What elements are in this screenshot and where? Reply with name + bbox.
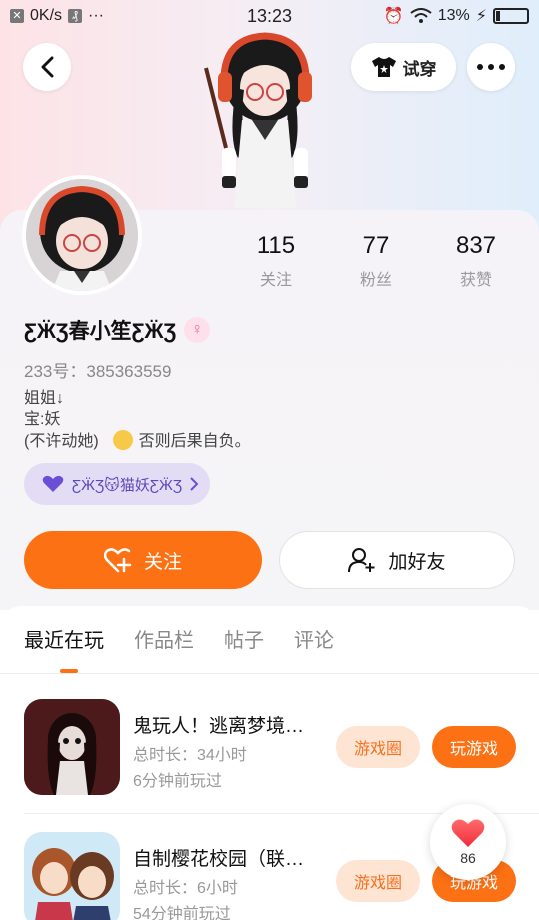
- club-tag[interactable]: ƸӜƷ😽猫妖ƸӜƷ: [24, 463, 210, 505]
- stat-following[interactable]: 115 关注: [226, 232, 326, 290]
- status-time: 13:23: [246, 6, 293, 26]
- club-tag-label: ƸӜƷ😽猫妖ƸӜƷ: [72, 476, 182, 494]
- tab-recently-played[interactable]: 最近在玩: [24, 606, 104, 674]
- avatar[interactable]: [22, 175, 142, 295]
- chevron-right-icon: [190, 477, 198, 491]
- game-icon[interactable]: [24, 832, 120, 920]
- game-icon[interactable]: [24, 699, 120, 795]
- username-text: ƸӜƷ春小笙ƸӜƷ: [24, 320, 177, 343]
- stat-number: 77: [362, 232, 390, 259]
- user-id[interactable]: 233号：385363559: [24, 357, 171, 382]
- character-avatar-figure[interactable]: [200, 28, 330, 210]
- try-on-label: 试穿: [402, 59, 437, 79]
- tab-comments[interactable]: 评论: [294, 606, 334, 674]
- avatar-image: [26, 179, 138, 291]
- profile-tabs: 最近在玩 作品栏 帖子 评论: [0, 606, 539, 674]
- add-user-icon: [348, 548, 375, 573]
- stat-fans[interactable]: 77 粉丝: [326, 232, 426, 290]
- back-button[interactable]: [23, 43, 71, 91]
- bio: 姐姐↓ 宝:妖 (不许动她) 否则后果自负。: [24, 388, 251, 452]
- game-last-played: 6分钟前玩过: [133, 773, 222, 790]
- game-title: 自制樱花校园（联…: [133, 849, 305, 870]
- username: ƸӜƷ春小笙ƸӜƷ ♀: [24, 315, 211, 345]
- more-options-button[interactable]: [467, 43, 515, 91]
- bio-line-last: (不许动她) 否则后果自负。: [24, 430, 251, 452]
- stat-likes[interactable]: 837 获赞: [426, 232, 526, 290]
- try-on-button[interactable]: 试穿: [351, 43, 456, 91]
- stat-number: 837: [455, 232, 497, 259]
- more-dots-icon: [477, 64, 505, 70]
- game-duration: 总时长：34小时: [133, 747, 247, 764]
- bio-suffix: 否则后果自负。: [138, 433, 251, 450]
- bio-line: (不许动她): [24, 433, 99, 450]
- bio-line: 姐姐↓: [24, 390, 65, 407]
- follow-button[interactable]: 关注: [24, 531, 262, 589]
- add-friend-label: 加好友: [388, 551, 446, 573]
- game-duration: 总时长：6小时: [133, 880, 238, 897]
- stat-label: 获赞: [459, 272, 492, 289]
- like-button[interactable]: 86: [430, 804, 506, 880]
- tshirt-icon: [371, 57, 396, 77]
- bio-line: 宝:妖: [24, 411, 61, 428]
- game-circle-button[interactable]: 游戏圈: [336, 726, 420, 768]
- profile-stats: 115 关注 77 粉丝 837 获赞: [226, 232, 526, 290]
- game-circle-button[interactable]: 游戏圈: [336, 860, 420, 902]
- like-count: 86: [460, 850, 476, 866]
- game-cover-image: [24, 699, 120, 795]
- shushing-face-icon: [112, 430, 133, 450]
- game-cover-image: [24, 832, 120, 920]
- stat-label: 粉丝: [359, 272, 392, 289]
- tab-posts[interactable]: 帖子: [224, 606, 264, 674]
- stat-number: 115: [256, 232, 296, 259]
- game-row[interactable]: 鬼玩人！逃离梦境… 总时长：34小时 6分钟前玩过 游戏圈 玩游戏: [0, 698, 539, 818]
- purple-heart-icon: [42, 475, 64, 492]
- chevron-left-icon: [41, 56, 54, 78]
- play-game-button[interactable]: 玩游戏: [432, 726, 516, 768]
- game-last-played: 54分钟前玩过: [133, 906, 231, 920]
- follow-label: 关注: [143, 551, 182, 573]
- add-friend-button[interactable]: 加好友: [279, 531, 515, 589]
- heart-plus-icon: [103, 548, 132, 573]
- stat-label: 关注: [259, 272, 292, 289]
- game-title: 鬼玩人！逃离梦境…: [133, 716, 305, 737]
- female-gender-icon: ♀: [184, 317, 211, 343]
- tab-works[interactable]: 作品栏: [134, 606, 194, 674]
- heart-icon: [451, 819, 485, 847]
